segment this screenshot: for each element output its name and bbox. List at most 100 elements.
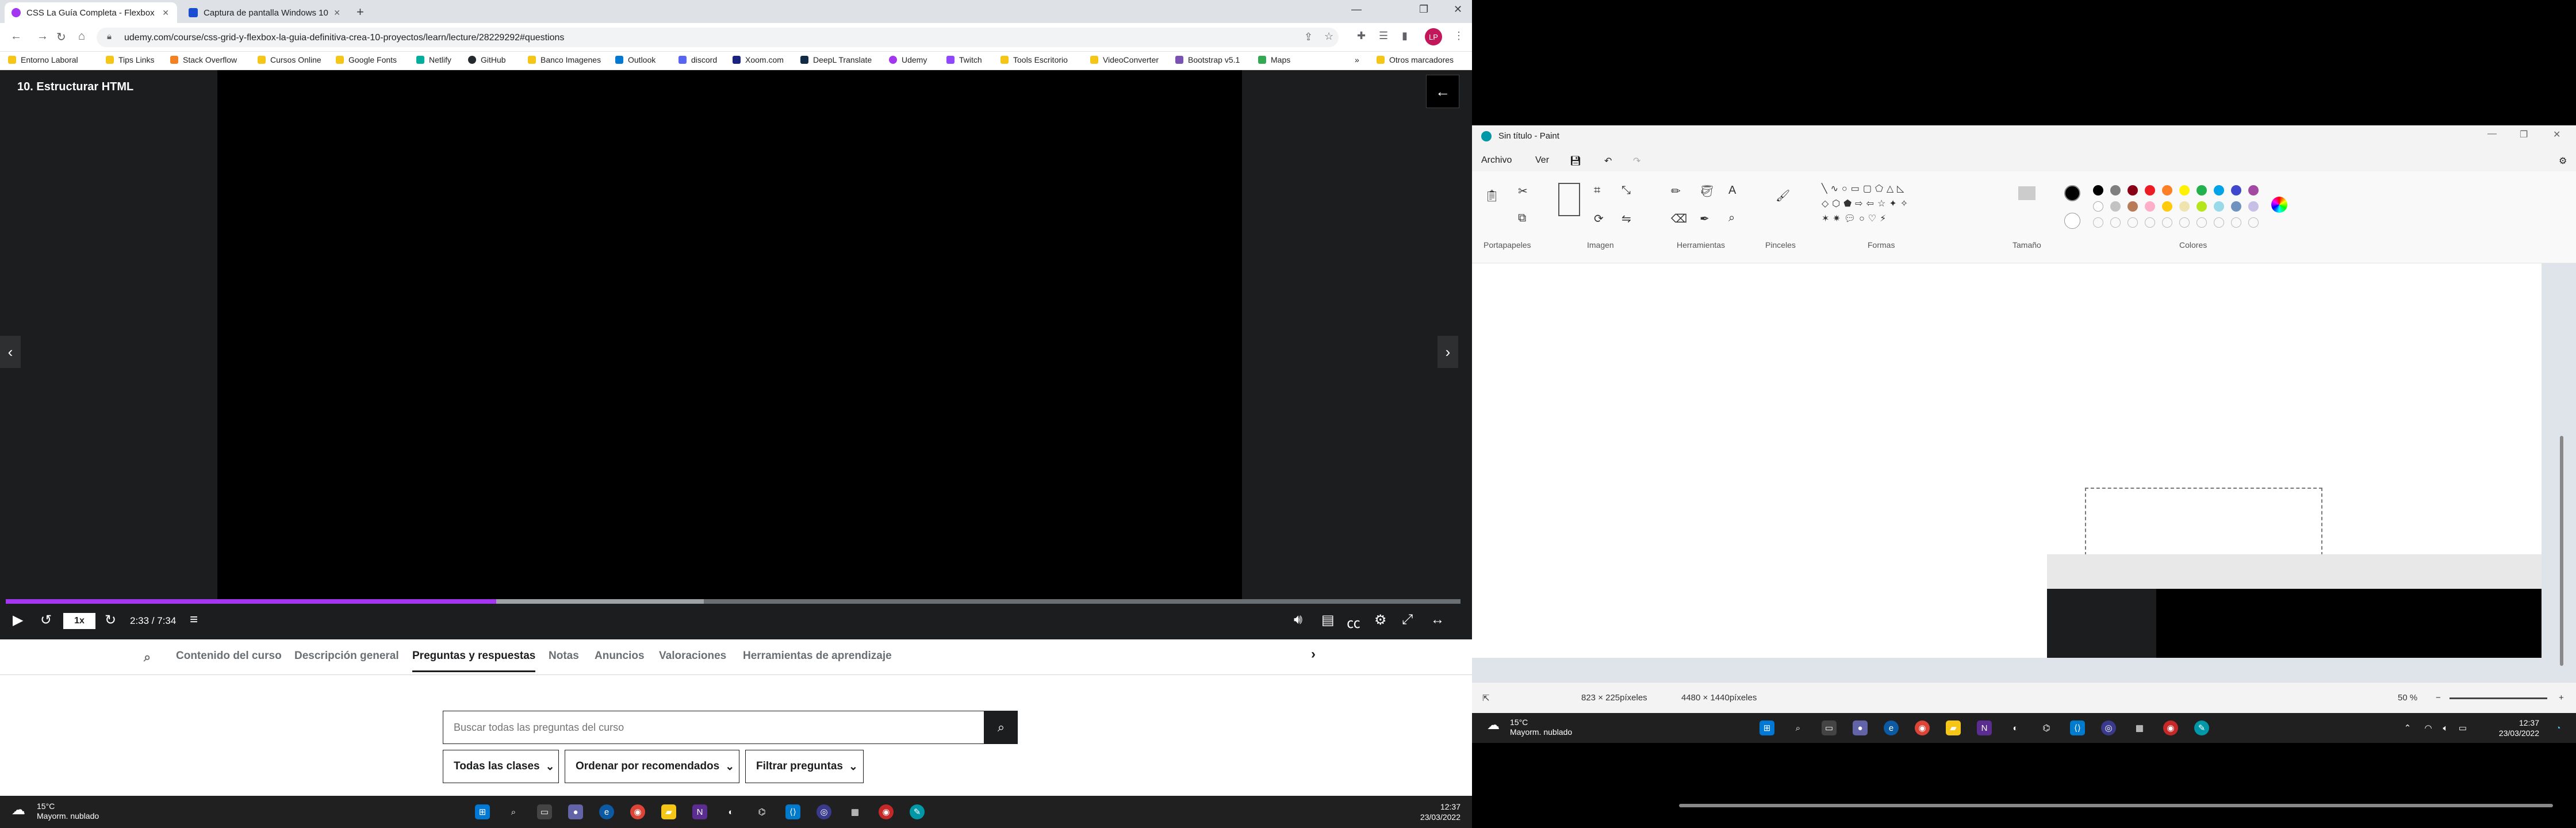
paint-icon[interactable]: ✎ (910, 804, 925, 819)
menu-icon[interactable]: ⋮ (1454, 30, 1464, 42)
app-icon[interactable]: ◉ (879, 804, 894, 819)
cut-icon[interactable]: ✂ (1518, 184, 1528, 198)
bookmark-item[interactable]: Maps (1258, 55, 1290, 64)
color-swatch[interactable] (2145, 185, 2155, 195)
edit-colors-icon[interactable] (2271, 197, 2287, 213)
horizontal-scrollbar[interactable] (1679, 804, 2553, 807)
app-icon[interactable]: ▦ (2132, 720, 2147, 735)
bookmark-item[interactable]: Udemy (889, 55, 927, 64)
close-tab-icon[interactable]: ✕ (162, 8, 169, 18)
search-icon[interactable]: ⌕ (506, 804, 521, 819)
extensions-icon[interactable]: ✚ (1357, 30, 1366, 42)
empty-swatch[interactable] (2128, 217, 2138, 228)
empty-swatch[interactable] (2145, 217, 2155, 228)
video-player[interactable]: 10. Estructurar HTML ← ‹ › ▶ ↺ 1x ↻ 2:33… (0, 70, 1472, 639)
size-icon[interactable] (2018, 186, 2035, 200)
color-swatch[interactable] (2248, 185, 2259, 195)
weather-widget[interactable]: 15°C Mayorm. nublado ☁ (12, 802, 99, 821)
captions-icon[interactable]: ㏄ (1347, 612, 1360, 632)
address-bar[interactable]: 🔒︎ udemy.com/course/css-grid-y-flexbox-l… (97, 28, 1339, 47)
empty-swatch[interactable] (2231, 217, 2241, 228)
shapes-gallery-icon[interactable]: ╲∿○▭▢⬠△◺ (1822, 183, 1948, 194)
bookmark-item[interactable]: Cursos Online (258, 55, 321, 64)
start-icon[interactable]: ⊞ (1759, 720, 1774, 735)
bookmark-item[interactable]: discord (678, 55, 717, 64)
selection-box[interactable] (2085, 488, 2322, 555)
bookmark-item[interactable]: Tips Links (106, 55, 155, 64)
weather-widget[interactable]: 15°C Mayorm. nublado ☁ (1487, 718, 1572, 737)
onenote-icon[interactable]: N (692, 804, 707, 819)
bookmark-item[interactable]: DeepL Translate (800, 55, 872, 64)
color-swatch[interactable] (2110, 185, 2121, 195)
sidebar-icon[interactable]: ▮ (1402, 30, 1408, 42)
app-icon[interactable]: ◐ (2008, 720, 2023, 735)
paste-icon[interactable]: 📋︎ (1485, 189, 1499, 203)
chevron-right-icon[interactable]: › (1311, 646, 1316, 662)
crop-icon[interactable]: ⌗ (1594, 184, 1600, 197)
volume-icon[interactable]: 🔊︎ (1294, 612, 1302, 628)
notification-icon[interactable]: ◔ (2551, 720, 2566, 735)
menu-ver[interactable]: Ver (1535, 155, 1549, 166)
color-swatch[interactable] (2093, 201, 2103, 212)
reload-icon[interactable]: ↻ (56, 30, 66, 44)
forward-icon[interactable]: ↻ (105, 612, 116, 628)
zoom-slider[interactable] (2450, 697, 2547, 699)
bookmark-item[interactable]: GitHub (468, 55, 506, 64)
color-swatch[interactable] (2231, 201, 2241, 212)
undo-icon[interactable]: ↶ (1604, 155, 1612, 167)
empty-swatch[interactable] (2093, 217, 2103, 228)
copy-icon[interactable]: ⧉ (1518, 212, 1526, 225)
maximize-icon[interactable]: ❐ (2520, 129, 2528, 140)
app-icon[interactable]: ▦ (848, 804, 862, 819)
app-icon[interactable]: ◉ (2163, 720, 2178, 735)
clock[interactable]: 12:37 23/03/2022 (1403, 802, 1460, 822)
color-swatch[interactable] (2128, 185, 2138, 195)
app-icon[interactable]: ◐ (723, 804, 738, 819)
search-icon[interactable]: ⌕ (144, 650, 151, 665)
redo-icon[interactable]: ↷ (1633, 155, 1640, 167)
search-icon[interactable]: ⌕ (1791, 720, 1805, 735)
minimize-icon[interactable]: — (2487, 129, 2497, 139)
tab-overview[interactable]: Descripción general (294, 650, 399, 662)
color-2-swatch[interactable] (2064, 213, 2080, 229)
drawing-canvas[interactable] (1472, 263, 2542, 658)
back-arrow-icon[interactable]: ← (1426, 75, 1459, 108)
star-icon[interactable]: ☆ (1324, 30, 1333, 43)
empty-swatch[interactable] (2162, 217, 2172, 228)
color-swatch[interactable] (2145, 201, 2155, 212)
tab-announcements[interactable]: Anuncios (595, 650, 645, 662)
vertical-scrollbar[interactable] (2560, 436, 2563, 666)
home-icon[interactable]: ⌂ (78, 30, 85, 43)
rotate-icon[interactable]: ⟳ (1594, 212, 1604, 226)
edge-icon[interactable]: e (1884, 720, 1899, 735)
eraser-icon[interactable]: ⌫ (1671, 212, 1687, 226)
tab-udemy[interactable]: CSS La Guía Completa - Flexbox ✕ (5, 2, 177, 23)
clock[interactable]: 12:37 23/03/2022 (2476, 718, 2539, 738)
close-window-icon[interactable]: ✕ (1454, 3, 1462, 16)
tab-learning-tools[interactable]: Herramientas de aprendizaje (743, 650, 892, 662)
bookmark-item[interactable]: Bootstrap v5.1 (1175, 55, 1240, 64)
tab-notes[interactable]: Notas (549, 650, 579, 662)
empty-swatch[interactable] (2179, 217, 2190, 228)
tab-screenshot[interactable]: Captura de pantalla Windows 10 ✕ (182, 2, 348, 23)
play-icon[interactable]: ▶ (13, 612, 23, 628)
close-window-icon[interactable]: ✕ (2553, 129, 2560, 140)
magnifier-icon[interactable]: ⌕ (1728, 212, 1735, 225)
color-swatch[interactable] (2110, 201, 2121, 212)
previous-lecture-icon[interactable]: ‹ (0, 336, 21, 368)
shapes-gallery-icon[interactable]: ✶✷💬︎○♡⚡︎ (1822, 213, 1948, 224)
start-icon[interactable]: ⊞ (475, 804, 490, 819)
close-tab-icon[interactable]: ✕ (334, 8, 340, 18)
color-swatch[interactable] (2231, 185, 2241, 195)
fill-icon[interactable]: 🪣︎ (1700, 184, 1714, 198)
empty-swatch[interactable] (2110, 217, 2121, 228)
bookmark-item[interactable]: Netlify (416, 55, 451, 64)
explorer-icon[interactable]: ▰ (661, 804, 676, 819)
color-swatch[interactable] (2162, 185, 2172, 195)
zoom-in-icon[interactable]: + (2559, 693, 2564, 703)
task-view-icon[interactable]: ▭ (1822, 720, 1837, 735)
playback-speed-button[interactable]: 1x (63, 613, 95, 629)
other-bookmarks[interactable]: Otros marcadores (1377, 55, 1454, 64)
chrome-icon[interactable]: ◉ (630, 804, 645, 819)
volume-icon[interactable]: 🔈︎ (2438, 720, 2453, 735)
